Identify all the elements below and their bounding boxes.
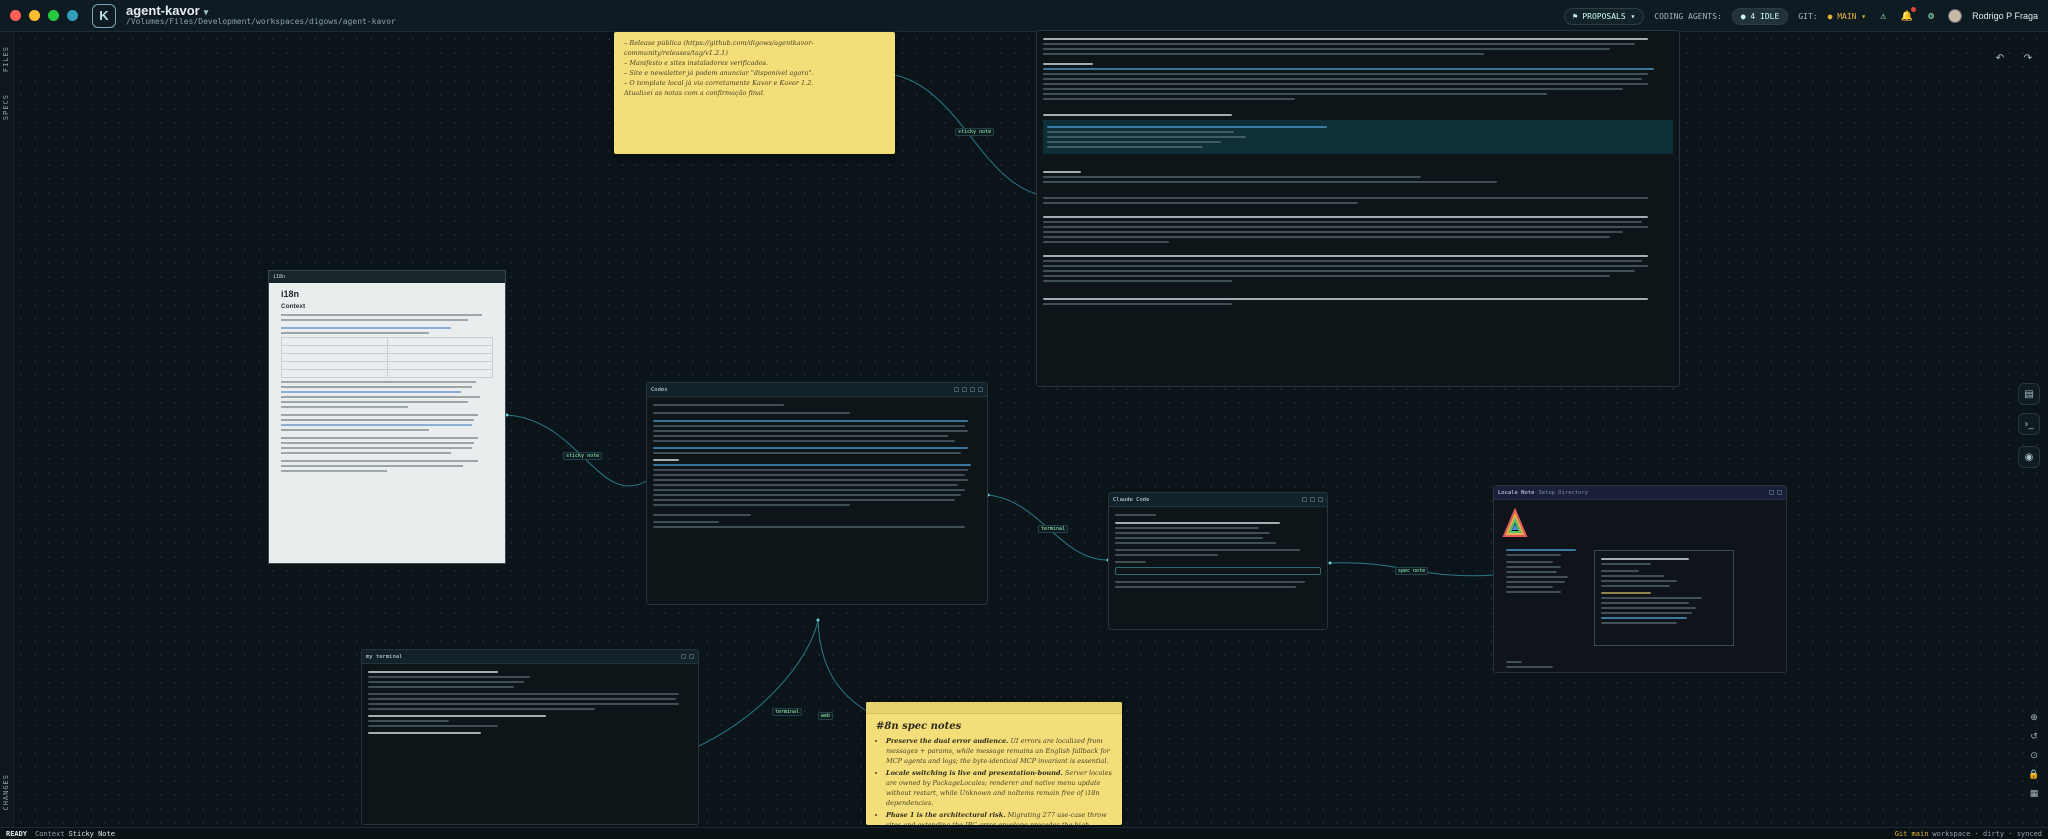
status-bar: READY Context Sticky Note Git main works… <box>0 827 2048 839</box>
node-title: Claude Code <box>1113 496 1150 503</box>
topbar-right: ⚑ PROPOSALS ▾ CODING AGENTS: ● 4 IDLE GI… <box>1563 0 2038 32</box>
node-header[interactable]: Locale Note Setup Directory <box>1494 486 1786 500</box>
sticky-header[interactable] <box>866 702 1122 714</box>
settings-icon[interactable]: ⚙ <box>1924 9 1938 23</box>
context-value[interactable]: Sticky Note <box>69 830 115 838</box>
lock-icon[interactable]: 🔒 <box>2028 769 2040 781</box>
codex-terminal-node[interactable]: Codex <box>646 382 988 605</box>
map-icon[interactable]: ▦ <box>2028 788 2040 800</box>
sticky-line: Atualizei as notas com a confirmação fin… <box>624 89 766 97</box>
edge-label[interactable]: web <box>818 712 834 720</box>
edge-label[interactable]: terminal <box>1038 525 1069 533</box>
sticky-note-spec[interactable]: #8n spec notes Preserve the dual error a… <box>866 702 1122 825</box>
node-title: Codex <box>651 386 668 393</box>
coding-agents-label: CODING AGENTS: <box>1654 11 1722 21</box>
edge-label[interactable]: terminal <box>772 708 803 716</box>
edge-label[interactable]: spec note <box>1395 567 1429 575</box>
user-name[interactable]: Rodrigo P Fraga <box>1972 11 2038 21</box>
doc-table <box>281 337 493 378</box>
node-title: my terminal <box>366 653 403 660</box>
node-subtitle: Setup Directory <box>1538 489 1589 496</box>
agent-output-content <box>1037 31 1679 312</box>
git-branch-status[interactable]: Git main <box>1895 830 1929 838</box>
edge-label[interactable]: sticky note <box>955 128 995 136</box>
sticky-line: – Site e newsletter já podem anunciar "d… <box>624 69 814 77</box>
chevron-down-icon: ▾ <box>203 6 209 17</box>
sticky-line: – Manifesto e sites instaladores verific… <box>624 59 768 67</box>
setup-panel <box>1594 550 1734 646</box>
node-header[interactable]: my terminal <box>362 650 698 664</box>
sticky-title: #8n spec notes <box>876 721 962 732</box>
terminal-icon[interactable]: ›_ <box>2018 413 2040 435</box>
node-header[interactable]: Claude Code <box>1109 493 1327 507</box>
locale-setup-node[interactable]: Locale Note Setup Directory <box>1493 485 1787 673</box>
notifications-icon[interactable]: 🔔 <box>1900 7 1917 23</box>
edge-label[interactable]: sticky note <box>563 452 603 460</box>
node-header[interactable]: Codex <box>647 383 987 397</box>
sticky-line: – O template local já via corretamente K… <box>624 79 814 87</box>
i18n-doc-header[interactable]: i18n <box>269 271 505 283</box>
zoom-window-button[interactable] <box>48 10 59 21</box>
sticky-note-release[interactable]: – Release pública (https://github.com/di… <box>614 32 895 154</box>
branch-name: MAIN <box>1837 11 1857 21</box>
idle-label: 4 IDLE <box>1750 11 1780 21</box>
spec-note-item: Phase 1 is the architectural risk. Migra… <box>886 810 1112 825</box>
idle-agents-badge[interactable]: ● 4 IDLE <box>1731 7 1789 25</box>
spec-note-item: Preserve the dual error audience. UI err… <box>886 736 1112 766</box>
window-controls <box>10 10 78 21</box>
avatar[interactable] <box>1948 9 1963 23</box>
doc-title: i18n <box>281 289 300 299</box>
git-label: GIT: <box>1798 11 1818 21</box>
reset-zoom-icon[interactable]: ↺ <box>2028 731 2040 743</box>
changes-tab[interactable]: CHANGES <box>2 774 10 811</box>
files-tab[interactable]: FILES <box>2 46 10 72</box>
bell-icon[interactable]: ⚠ <box>1876 9 1890 23</box>
redo-icon[interactable]: ↷ <box>2020 50 2036 66</box>
spec-note-item: Locale switching is live and presentatio… <box>886 768 1112 808</box>
specs-tab[interactable]: SPECS <box>2 94 10 120</box>
title-bar: K agent-kavor ▾ /Volumes/Files/Developmen… <box>0 0 2048 32</box>
fit-view-icon[interactable]: ⊙ <box>2028 750 2040 762</box>
i18n-doc-node[interactable]: i18n i18n Context <box>268 270 506 564</box>
app-logo-icon: K <box>92 3 116 28</box>
minimize-window-button[interactable] <box>29 10 40 21</box>
doc-header-title: i18n <box>273 274 286 280</box>
rainbow-logo-icon <box>1502 507 1528 538</box>
new-document-icon[interactable]: ▤ <box>2018 383 2040 405</box>
proposals-label: PROPOSALS <box>1582 11 1626 21</box>
node-title: Locale Note <box>1498 489 1535 496</box>
sticky-line: – Release pública (https://github.com/di… <box>624 39 814 57</box>
workspace-path: /Volumes/Files/Development/workspaces/di… <box>126 17 396 27</box>
branch-selector[interactable]: ● MAIN ▾ <box>1828 12 1867 21</box>
doc-section-title: Context <box>281 303 306 310</box>
status-state: READY <box>6 829 28 838</box>
workspace-title: agent-kavor <box>126 2 200 18</box>
globe-icon[interactable]: ◉ <box>2018 446 2040 468</box>
app-window: K agent-kavor ▾ /Volumes/Files/Developmen… <box>0 0 2048 839</box>
workspace-selector[interactable]: agent-kavor ▾ /Volumes/Files/Development/… <box>126 2 396 27</box>
close-window-button[interactable] <box>10 10 21 21</box>
workspace-status: workspace · dirty · synced <box>1932 829 2042 838</box>
undo-icon[interactable]: ↶ <box>1992 50 2008 66</box>
left-rail: FILES SPECS CHANGES <box>0 32 14 827</box>
zoom-controls: ⊕ ↺ ⊙ 🔒 ▦ <box>2028 712 2040 800</box>
claude-code-node[interactable]: Claude Code <box>1108 492 1328 630</box>
proposals-button[interactable]: ⚑ PROPOSALS ▾ <box>1563 7 1645 25</box>
my-terminal-node[interactable]: my terminal <box>361 649 699 825</box>
agent-output-node[interactable] <box>1036 30 1680 387</box>
context-label: Context <box>35 829 65 838</box>
zoom-in-icon[interactable]: ⊕ <box>2028 712 2040 724</box>
extra-window-dot <box>67 10 78 21</box>
